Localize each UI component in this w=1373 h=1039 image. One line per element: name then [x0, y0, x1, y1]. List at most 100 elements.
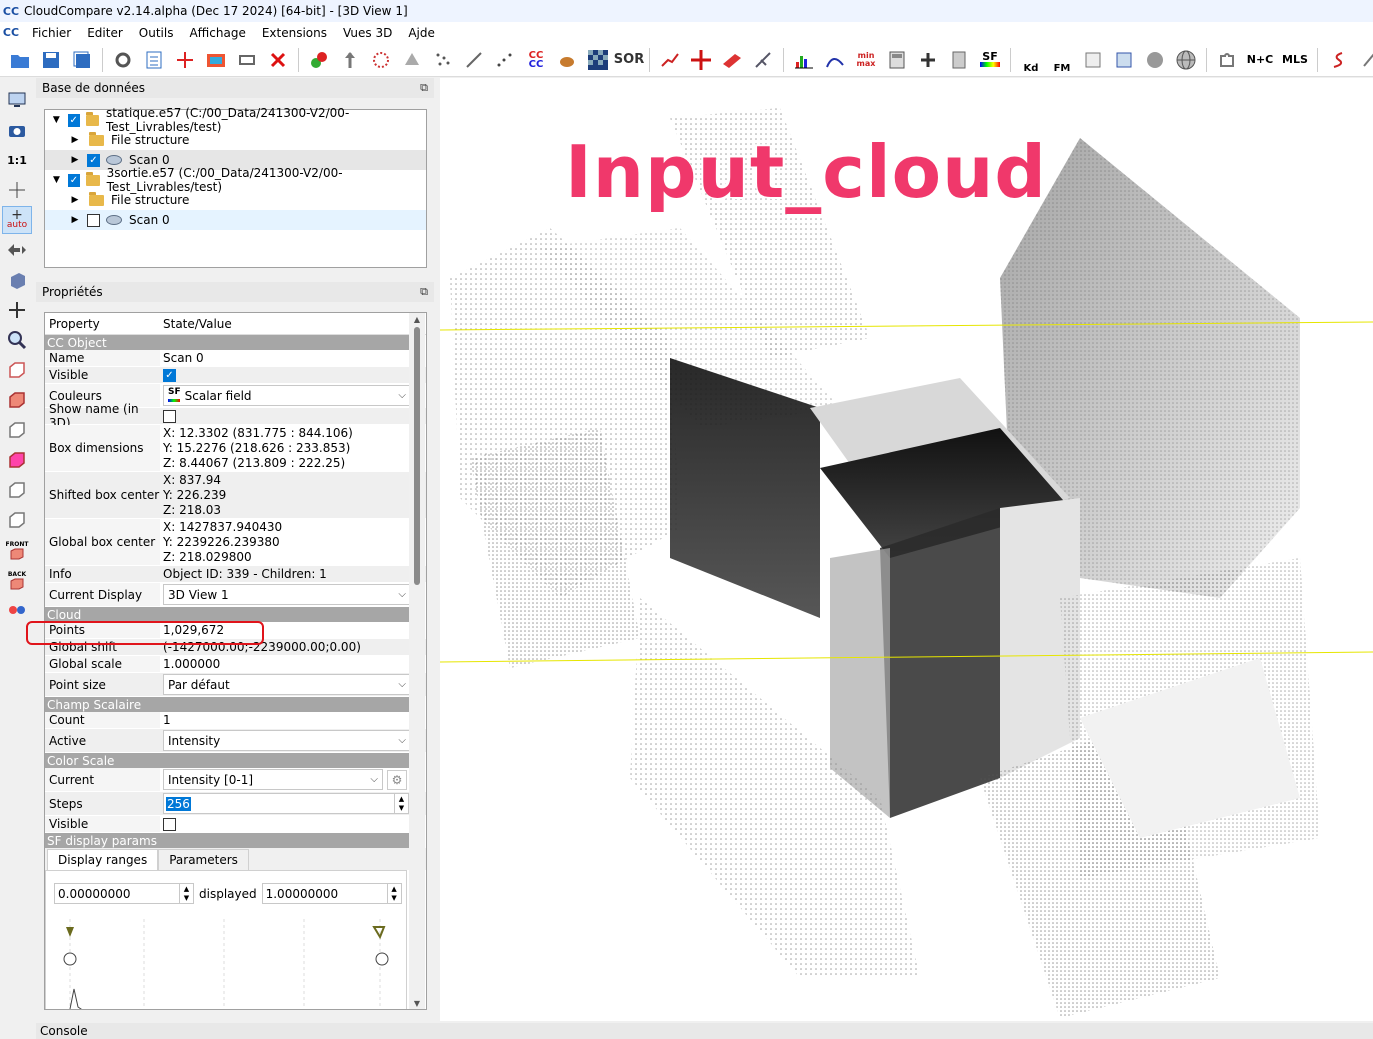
crosshair-icon[interactable] — [2, 176, 32, 204]
plane-icon[interactable] — [718, 46, 746, 74]
cc-icon[interactable]: CC CC — [522, 46, 550, 74]
tree-item-file-structure[interactable]: ▶ File structure — [45, 130, 426, 150]
tree-item-scan0[interactable]: ▶ Scan 0 — [45, 210, 426, 230]
prop-value[interactable]: Scan 0 — [160, 350, 426, 366]
scroll-up-icon[interactable]: ▲ — [409, 313, 425, 325]
view-right-icon[interactable] — [2, 446, 32, 474]
expand-arrow-icon[interactable]: ▶ — [69, 155, 81, 165]
visibility-checkbox[interactable]: ✓ — [67, 113, 80, 127]
view-back-icon[interactable] — [2, 506, 32, 534]
calc-sf-icon[interactable] — [945, 46, 973, 74]
max-saturation-handle[interactable] — [375, 952, 389, 966]
misc-tool-icon[interactable] — [1355, 46, 1373, 74]
normals-icon[interactable] — [336, 46, 364, 74]
menu-fichier[interactable]: Fichier — [24, 22, 79, 43]
point-size-dropdown[interactable]: Par défaut ⌵ — [163, 674, 411, 695]
spin-up-icon[interactable]: ▲ — [399, 795, 404, 803]
steps-spinbox[interactable]: 256 ▲ ▼ — [163, 793, 409, 814]
menu-app-icon[interactable]: CC — [3, 26, 19, 40]
cube-perspective-icon[interactable] — [2, 266, 32, 294]
expand-arrow-icon[interactable]: ▼ — [51, 115, 62, 125]
menu-extensions[interactable]: Extensions — [254, 22, 335, 43]
back-view-icon[interactable]: BACK — [2, 566, 32, 594]
menu-editer[interactable]: Editer — [79, 22, 131, 43]
spin-down-icon[interactable]: ▼ — [391, 894, 396, 902]
visibility-checkbox[interactable] — [87, 213, 100, 227]
range-min-spinbox[interactable]: 0.00000000 ▲ ▼ — [54, 883, 194, 904]
console-panel[interactable]: Console — [36, 1023, 1373, 1039]
menu-vues3d[interactable]: Vues 3D — [335, 22, 400, 43]
show-name-checkbox[interactable] — [163, 409, 176, 423]
merge-colors-icon[interactable] — [202, 46, 230, 74]
spin-down-icon[interactable]: ▼ — [184, 894, 189, 902]
mesh-icon[interactable] — [398, 46, 426, 74]
expand-arrow-icon[interactable]: ▶ — [69, 135, 81, 145]
stereo-icon[interactable] — [2, 596, 32, 624]
sample-points-icon[interactable] — [367, 46, 395, 74]
tab-parameters[interactable]: Parameters — [158, 849, 249, 870]
save-all-icon[interactable] — [68, 46, 96, 74]
sor-filter-icon[interactable]: SOR — [614, 46, 644, 74]
current-display-dropdown[interactable]: 3D View 1 ⌵ — [163, 584, 411, 605]
nc-icon[interactable]: N+C — [1244, 46, 1276, 74]
sf-histogram[interactable] — [54, 919, 394, 1010]
min-handle-icon[interactable] — [66, 927, 74, 937]
pick-point-icon[interactable] — [656, 46, 684, 74]
globe-icon[interactable] — [1172, 46, 1200, 74]
fm-icon[interactable]: FM — [1048, 46, 1076, 74]
expand-arrow-icon[interactable]: ▶ — [69, 215, 81, 225]
save-icon[interactable] — [37, 46, 65, 74]
zoom-magnifier-icon[interactable] — [2, 326, 32, 354]
move-cross-icon[interactable] — [687, 46, 715, 74]
view-top-icon[interactable] — [2, 356, 32, 384]
screen-icon[interactable] — [2, 86, 32, 114]
measure-icon[interactable] — [749, 46, 777, 74]
kd-tree-icon[interactable]: Kd — [1017, 46, 1045, 74]
visibility-checkbox[interactable]: ✓ — [67, 173, 80, 187]
list-icon[interactable] — [140, 46, 168, 74]
scroll-down-icon[interactable]: ▼ — [409, 997, 425, 1009]
sf-gradient-icon[interactable]: SF — [976, 46, 1004, 74]
tree-item-3sortie[interactable]: ▼ ✓ 3sortie.e57 (C:/00_Data/241300-V2/00… — [45, 166, 426, 194]
plugin-puzzle-icon[interactable] — [1213, 46, 1241, 74]
add-plus-icon[interactable] — [914, 46, 942, 74]
spin-up-icon[interactable]: ▲ — [184, 885, 189, 893]
scatter-icon[interactable] — [491, 46, 519, 74]
spin-down-icon[interactable]: ▼ — [399, 804, 404, 812]
tab-display-ranges[interactable]: Display ranges — [47, 849, 159, 870]
color-scale-settings-gear-icon[interactable]: ⚙ — [387, 769, 407, 790]
menu-affichage[interactable]: Affichage — [181, 22, 253, 43]
spin-up-icon[interactable]: ▲ — [391, 885, 396, 893]
visibility-checkbox[interactable]: ✓ — [87, 153, 100, 167]
scroll-thumb[interactable] — [414, 327, 420, 585]
tree-item-statique[interactable]: ▼ ✓ statique.e57 (C:/00_Data/241300-V2/0… — [45, 106, 426, 134]
translate-tool-icon[interactable] — [171, 46, 199, 74]
settings-gear-icon[interactable] — [109, 46, 137, 74]
view-bottom-icon[interactable] — [2, 476, 32, 504]
csv-icon[interactable] — [1110, 46, 1138, 74]
export-icon[interactable] — [1079, 46, 1107, 74]
props-scrollbar[interactable]: ▲ ▼ — [409, 313, 425, 1009]
register-icon[interactable] — [305, 46, 333, 74]
expand-arrow-icon[interactable]: ▶ — [69, 195, 81, 205]
rotate-view-icon[interactable] — [2, 236, 32, 264]
colors-dropdown[interactable]: SF Scalar field ⌵ — [163, 385, 411, 406]
camera-icon[interactable] — [2, 116, 32, 144]
calculator-icon[interactable] — [883, 46, 911, 74]
delete-x-icon[interactable] — [264, 46, 292, 74]
view-front-cube-icon[interactable] — [2, 386, 32, 414]
active-sf-dropdown[interactable]: Intensity ⌵ — [163, 730, 411, 751]
clone-icon[interactable] — [460, 46, 488, 74]
menu-outils[interactable]: Outils — [131, 22, 182, 43]
bunny-icon[interactable] — [553, 46, 581, 74]
menu-aide[interactable]: Ajde — [400, 22, 443, 43]
undock-icon[interactable]: ⧉ — [420, 81, 428, 95]
segment-icon[interactable] — [233, 46, 261, 74]
auto-pivot-icon[interactable]: + auto — [2, 206, 32, 234]
mls-icon[interactable]: MLS — [1279, 46, 1311, 74]
scale-1to1-icon[interactable]: 1:1 — [2, 146, 32, 174]
min-saturation-handle[interactable] — [63, 952, 77, 966]
point-cloud-render[interactable] — [440, 78, 1373, 1021]
histogram-icon[interactable] — [790, 46, 818, 74]
front-view-icon[interactable]: FRONT — [2, 536, 32, 564]
